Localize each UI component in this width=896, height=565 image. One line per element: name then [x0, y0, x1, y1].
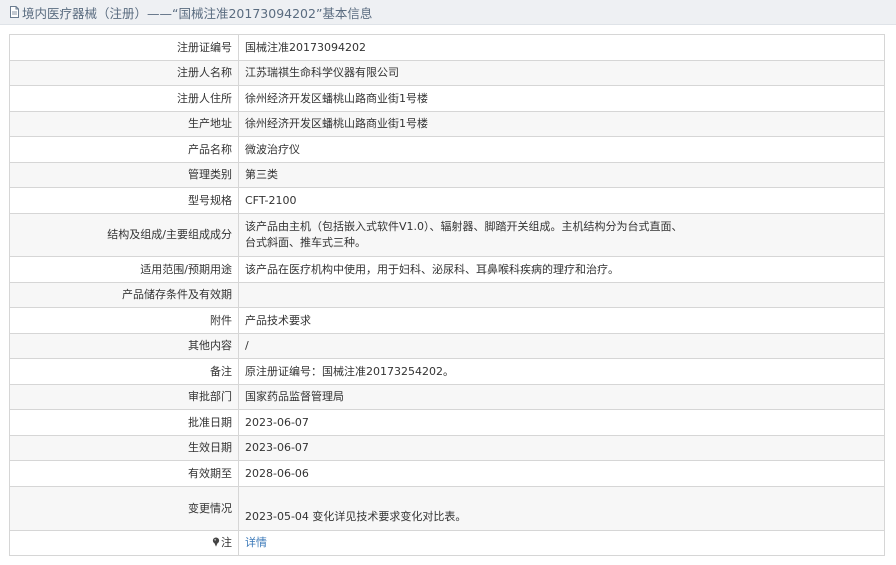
- row-label: 变更情况: [9, 486, 239, 531]
- row-value: 该产品由主机（包括嵌入式软件V1.0）、辐射器、脚踏开关组成。主机结构分为台式直…: [238, 213, 885, 257]
- table-row: 生产地址 徐州经济开发区蟠桃山路商业街1号楼: [9, 111, 885, 137]
- row-value: 2023-06-07: [238, 409, 885, 436]
- row-value: /: [238, 333, 885, 359]
- row-value: 微波治疗仪: [238, 136, 885, 163]
- row-value: 国家药品监督管理局: [238, 384, 885, 410]
- row-label: 管理类别: [9, 162, 239, 188]
- table-row: 注 详情: [9, 530, 885, 556]
- table-row: 变更情况 2023-05-04 变化详见技术要求变化对比表。: [9, 486, 885, 531]
- value-line: 台式斜面、推车式三种。: [245, 236, 366, 249]
- row-value: CFT-2100: [238, 187, 885, 214]
- table-row: 备注 原注册证编号：国械注准20173254202。: [9, 358, 885, 385]
- row-label: 注册人住所: [9, 85, 239, 112]
- row-value: 国械注准20173094202: [238, 34, 885, 61]
- row-label: 注册人名称: [9, 60, 239, 86]
- table-row: 管理类别 第三类: [9, 162, 885, 188]
- row-label: 其他内容: [9, 333, 239, 359]
- table-row: 有效期至 2028-06-06: [9, 460, 885, 487]
- row-value: 2028-06-06: [238, 460, 885, 487]
- row-label: 型号规格: [9, 187, 239, 214]
- row-label: 产品储存条件及有效期: [9, 282, 239, 308]
- table-row: 适用范围/预期用途 该产品在医疗机构中使用，用于妇科、泌尿科、耳鼻喉科疾病的理疗…: [9, 256, 885, 283]
- table-row: 注册人住所 徐州经济开发区蟠桃山路商业街1号楼: [9, 85, 885, 112]
- row-label: 审批部门: [9, 384, 239, 410]
- row-label: 生产地址: [9, 111, 239, 137]
- row-value: 详情: [238, 530, 885, 556]
- row-value: 该产品在医疗机构中使用，用于妇科、泌尿科、耳鼻喉科疾病的理疗和治疗。: [238, 256, 885, 283]
- table-row: 生效日期 2023-06-07: [9, 435, 885, 461]
- row-value: 江苏瑞祺生命科学仪器有限公司: [238, 60, 885, 86]
- table-row: 注册人名称 江苏瑞祺生命科学仪器有限公司: [9, 60, 885, 86]
- table-row: 型号规格 CFT-2100: [9, 187, 885, 214]
- table-row: 批准日期 2023-06-07: [9, 409, 885, 436]
- page-title: 境内医疗器械（注册）——“国械注准20173094202”基本信息: [22, 5, 373, 21]
- row-value: 徐州经济开发区蟠桃山路商业街1号楼: [238, 111, 885, 137]
- row-value: 第三类: [238, 162, 885, 188]
- table-row: 结构及组成/主要组成成分 该产品由主机（包括嵌入式软件V1.0）、辐射器、脚踏开…: [9, 213, 885, 257]
- table-row: 产品名称 微波治疗仪: [9, 136, 885, 163]
- row-value: 2023-06-07: [238, 435, 885, 461]
- document-icon: [10, 6, 19, 18]
- details-link[interactable]: 详情: [245, 536, 267, 549]
- table-row: 注册证编号 国械注准20173094202: [9, 34, 885, 61]
- page-header: 境内医疗器械（注册）——“国械注准20173094202”基本信息: [0, 0, 896, 25]
- row-label: 产品名称: [9, 136, 239, 163]
- row-value: 产品技术要求: [238, 307, 885, 334]
- row-label: 有效期至: [9, 460, 239, 487]
- row-label: 备注: [9, 358, 239, 385]
- note-label: 注: [221, 536, 232, 549]
- row-value: 徐州经济开发区蟠桃山路商业街1号楼: [238, 85, 885, 112]
- table-row: 附件 产品技术要求: [9, 307, 885, 334]
- row-label: 生效日期: [9, 435, 239, 461]
- row-value: [238, 282, 885, 308]
- value-line: 该产品由主机（包括嵌入式软件V1.0）、辐射器、脚踏开关组成。主机结构分为台式直…: [245, 220, 683, 233]
- table-row: 其他内容 /: [9, 333, 885, 359]
- row-label: 结构及组成/主要组成成分: [9, 213, 239, 257]
- row-label: 批准日期: [9, 409, 239, 436]
- row-value: 原注册证编号：国械注准20173254202。: [238, 358, 885, 385]
- table-row: 产品储存条件及有效期: [9, 282, 885, 308]
- table-row: 审批部门 国家药品监督管理局: [9, 384, 885, 410]
- row-label: 注册证编号: [9, 34, 239, 61]
- row-label: 适用范围/预期用途: [9, 256, 239, 283]
- pin-icon: [212, 537, 220, 547]
- row-value: 2023-05-04 变化详见技术要求变化对比表。: [238, 486, 885, 531]
- row-label: 附件: [9, 307, 239, 334]
- row-label: 注: [9, 530, 239, 556]
- registration-info-table: 注册证编号 国械注准20173094202 注册人名称 江苏瑞祺生命科学仪器有限…: [9, 34, 885, 556]
